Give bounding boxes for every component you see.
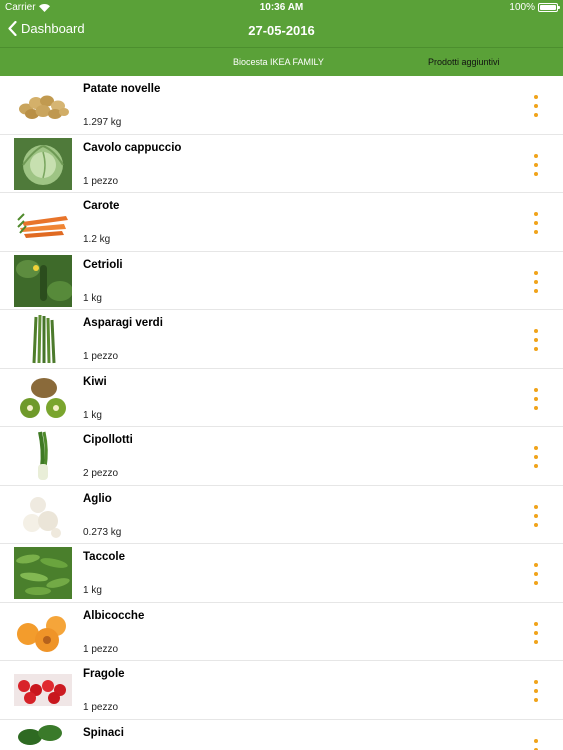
item-quantity: 0.273 kg (83, 526, 122, 538)
item-quantity: 1 pezzo (83, 643, 119, 655)
more-options-icon[interactable] (531, 738, 541, 750)
snow-peas-image (14, 547, 72, 599)
status-time: 10:36 AM (259, 2, 304, 13)
cabbage-image (14, 137, 72, 190)
spinach-image (14, 723, 72, 750)
battery-percent: 100% (509, 2, 535, 13)
item-name: Cetrioli (83, 258, 123, 271)
potatoes-image (14, 79, 72, 131)
item-name: Taccole (83, 551, 125, 563)
garlic-image (14, 489, 72, 541)
item-name: Albicocche (83, 609, 145, 622)
navigation-bar: Dashboard 27-05-2016 (0, 16, 563, 47)
more-options-icon[interactable] (531, 153, 541, 176)
list-item[interactable]: Taccole 1 kg (0, 544, 563, 603)
more-options-icon[interactable] (531, 446, 541, 468)
item-name: Kiwi (83, 375, 107, 388)
list-item[interactable]: Spinaci (0, 720, 563, 750)
item-quantity: 1 pezzo (83, 351, 119, 362)
item-quantity: 2 pezzo (83, 468, 119, 479)
item-quantity: 1 kg (83, 292, 102, 304)
list-item[interactable]: Cetrioli 1 kg (0, 252, 563, 310)
kiwi-image (14, 372, 72, 424)
item-quantity: 1 pezzo (83, 175, 119, 187)
more-options-icon[interactable] (531, 387, 541, 410)
asparagus-image (14, 313, 72, 365)
more-options-icon[interactable] (531, 95, 541, 117)
more-options-icon[interactable] (531, 680, 541, 702)
status-bar: Carrier 10:36 AM 100% (0, 0, 563, 16)
apricots-image (14, 606, 72, 658)
list-item[interactable]: Kiwi 1 kg (0, 369, 563, 427)
list-item[interactable]: Cipollotti 2 pezzo (0, 427, 563, 486)
back-button[interactable]: Dashboard (8, 21, 85, 36)
item-name: Fragole (83, 668, 125, 680)
product-list: Patate novelle 1.297 kg Cavolo cappuccio… (0, 76, 563, 750)
item-name: Spinaci (83, 726, 124, 739)
tab-prodotti-aggiuntivi[interactable]: Prodotti aggiuntivi (428, 57, 500, 67)
item-quantity: 1 kg (83, 585, 102, 596)
more-options-icon[interactable] (531, 563, 541, 585)
item-quantity: 1 kg (83, 409, 102, 421)
list-item[interactable]: Patate novelle 1.297 kg (0, 76, 563, 135)
list-item[interactable]: Carote 1.2 kg (0, 193, 563, 252)
item-name: Asparagi verdi (83, 317, 163, 329)
cucumbers-image (14, 254, 72, 307)
strawberries-image (14, 664, 72, 716)
spring-onions-image (14, 430, 72, 482)
item-name: Cavolo cappuccio (83, 141, 182, 154)
item-name: Carote (83, 200, 120, 212)
item-quantity: 1.2 kg (83, 234, 111, 245)
segment-tabs: Biocesta IKEA FAMILY Prodotti aggiuntivi (0, 47, 563, 76)
item-quantity: 1 pezzo (83, 702, 119, 713)
chevron-left-icon (8, 21, 17, 36)
list-item[interactable]: Aglio 0.273 kg (0, 486, 563, 544)
more-options-icon[interactable] (531, 212, 541, 234)
more-options-icon[interactable] (531, 270, 541, 293)
item-name: Aglio (83, 492, 112, 505)
item-quantity: 1.297 kg (83, 117, 122, 128)
list-item[interactable]: Asparagi verdi 1 pezzo (0, 310, 563, 369)
more-options-icon[interactable] (531, 329, 541, 351)
battery-icon (538, 3, 560, 12)
list-item[interactable]: Albicocche 1 pezzo (0, 603, 563, 661)
more-options-icon[interactable] (531, 621, 541, 644)
carrots-image (14, 196, 72, 248)
back-button-label: Dashboard (21, 21, 85, 36)
more-options-icon[interactable] (531, 504, 541, 527)
list-item[interactable]: Fragole 1 pezzo (0, 661, 563, 720)
tab-biocesta[interactable]: Biocesta IKEA FAMILY (233, 57, 324, 67)
battery-indicator: 100% (509, 2, 560, 13)
item-name: Patate novelle (83, 83, 161, 95)
item-name: Cipollotti (83, 434, 133, 446)
list-item[interactable]: Cavolo cappuccio 1 pezzo (0, 135, 563, 193)
